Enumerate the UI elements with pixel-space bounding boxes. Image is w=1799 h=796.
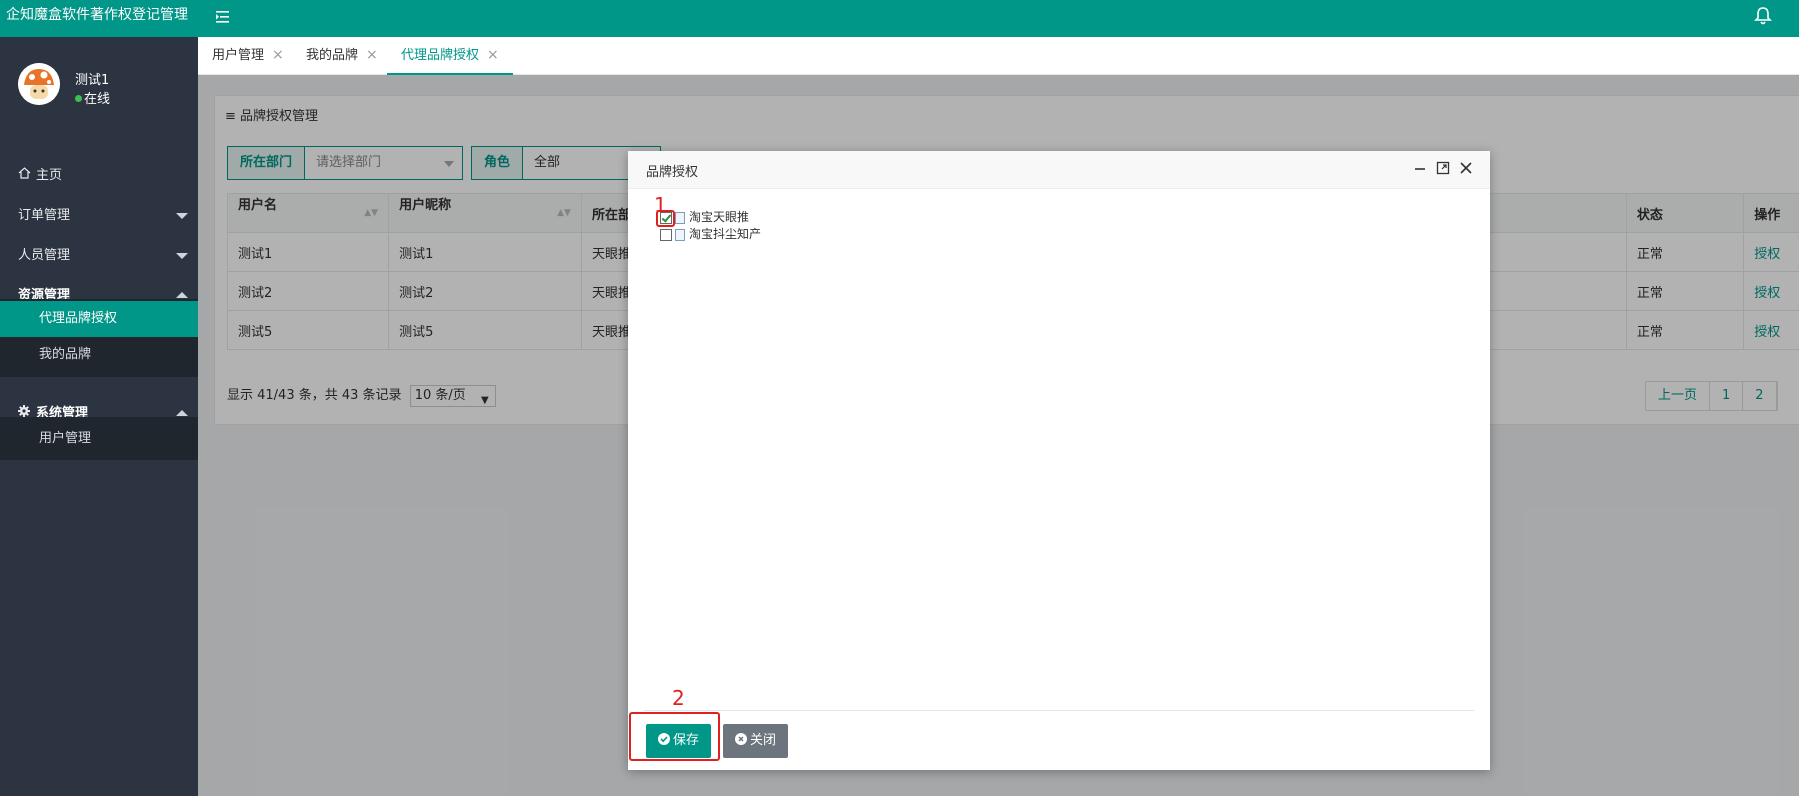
tab-user-management[interactable]: 用户管理 × <box>198 37 298 75</box>
sidebar-item-people[interactable]: 人员管理 <box>0 236 198 276</box>
dialog-title: 品牌授权 <box>646 165 699 180</box>
close-circle-icon <box>735 733 747 745</box>
resources-submenu: 代理品牌授权 我的品牌 <box>0 299 198 377</box>
sidebar-item-my-brands[interactable]: 我的品牌 <box>0 337 198 373</box>
tree-node[interactable]: 淘宝抖尘知产 <box>660 226 761 243</box>
app-title: 企知魔盒软件著作权登记管理 <box>6 7 188 23</box>
menu-toggle-icon[interactable] <box>212 7 236 27</box>
system-submenu: 用户管理 <box>0 417 198 460</box>
top-bar: 企知魔盒软件著作权登记管理 <box>0 0 1799 37</box>
sidebar-item-label: 主页 <box>36 168 63 183</box>
close-icon[interactable]: × <box>487 47 499 63</box>
close-button[interactable]: 关闭 <box>723 724 789 758</box>
chevron-down-icon <box>176 253 188 259</box>
close-icon[interactable] <box>1457 159 1475 177</box>
save-button[interactable]: 保存 <box>646 724 712 758</box>
chevron-up-icon <box>176 410 188 416</box>
chevron-up-icon <box>176 292 188 298</box>
check-circle-icon <box>658 733 670 745</box>
maximize-icon[interactable] <box>1434 159 1452 177</box>
tree-node[interactable]: 淘宝天眼推 <box>660 209 761 226</box>
avatar <box>18 63 60 105</box>
sidebar: 测试1 在线 主页 订单管理 人员管理 资源管理 代理品牌授权 我的品牌 系统管… <box>0 37 198 796</box>
chevron-down-icon <box>176 213 188 219</box>
sidebar-item-label: 人员管理 <box>18 248 71 263</box>
save-button-label: 保存 <box>673 733 700 748</box>
tab-label: 用户管理 <box>212 48 265 63</box>
close-icon[interactable]: × <box>272 47 284 63</box>
brand-tree: 淘宝天眼推 淘宝抖尘知产 <box>660 209 761 243</box>
tree-node-label: 淘宝天眼推 <box>689 210 750 224</box>
close-button-label: 关闭 <box>750 733 777 748</box>
annotation-number-2: 2 <box>672 686 685 710</box>
sidebar-item-agent-brand-auth[interactable]: 代理品牌授权 <box>0 301 198 337</box>
online-dot-icon <box>75 95 82 102</box>
annotation-box-1 <box>656 210 675 227</box>
tab-label: 代理品牌授权 <box>401 48 480 63</box>
dialog-footer-divider <box>644 710 1474 711</box>
user-panel: 测试1 在线 <box>0 37 198 137</box>
document-icon <box>675 211 685 224</box>
tab-bar: 用户管理 × 我的品牌 × 代理品牌授权 × <box>198 37 1799 75</box>
user-status-text: 在线 <box>84 92 111 107</box>
tab-agent-brand-auth[interactable]: 代理品牌授权 × <box>387 37 513 75</box>
tab-my-brands[interactable]: 我的品牌 × <box>292 37 392 75</box>
document-icon <box>675 228 685 241</box>
user-status: 在线 <box>75 88 110 107</box>
sidebar-item-home[interactable]: 主页 <box>0 156 198 196</box>
home-icon <box>18 156 32 196</box>
tree-node-label: 淘宝抖尘知产 <box>689 227 762 241</box>
brand-auth-dialog: 品牌授权 淘宝天眼推 淘宝抖尘知产 1 2 保存 关闭 <box>628 151 1490 770</box>
sidebar-item-user-management[interactable]: 用户管理 <box>0 421 198 457</box>
minimize-icon[interactable] <box>1411 159 1429 177</box>
close-icon[interactable]: × <box>366 47 378 63</box>
tab-label: 我的品牌 <box>306 48 359 63</box>
bell-icon[interactable] <box>1752 5 1774 27</box>
user-name: 测试1 <box>75 73 110 88</box>
sidebar-item-orders[interactable]: 订单管理 <box>0 196 198 236</box>
checkbox-icon[interactable] <box>660 228 672 241</box>
dialog-header: 品牌授权 <box>628 151 1490 189</box>
sidebar-item-label: 订单管理 <box>18 208 71 223</box>
